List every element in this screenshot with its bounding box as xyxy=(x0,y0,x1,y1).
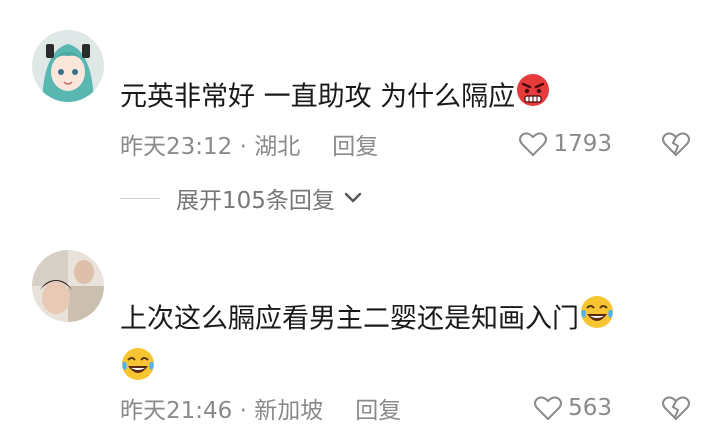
comment-meta: 昨天21:46 · 新加坡 回复 563 xyxy=(120,388,690,428)
like-button[interactable]: 563 xyxy=(534,395,612,421)
comment-meta: 昨天23:12 · 湖北 回复 1793 xyxy=(120,124,690,164)
reply-button[interactable]: 回复 xyxy=(332,127,378,161)
like-button[interactable]: 1793 xyxy=(519,131,612,157)
avatar-anime-girl-icon xyxy=(32,30,104,102)
reply-button[interactable]: 回复 xyxy=(355,391,401,425)
comment-text: 元英非常好 一直助攻 为什么隔应 xyxy=(120,72,680,124)
angry-face-icon xyxy=(515,72,551,124)
timestamp-location: 昨天21:46 · 新加坡 xyxy=(120,398,324,424)
avatar[interactable] xyxy=(32,30,104,102)
expand-divider xyxy=(120,197,160,199)
comment-text: 上次这么膈应看男主二婴还是知画入门 xyxy=(120,294,680,398)
like-count: 563 xyxy=(568,395,612,421)
like-count: 1793 xyxy=(553,131,612,157)
avatar-photo-icon xyxy=(32,250,104,322)
comment-text-body: 元英非常好 一直助攻 为什么隔应 xyxy=(120,81,516,113)
laughing-tears-face-icon xyxy=(579,294,615,346)
expand-replies-label: 展开105条回复 xyxy=(176,188,335,214)
dislike-button[interactable] xyxy=(662,131,690,157)
avatar[interactable] xyxy=(32,250,104,322)
heart-outline-icon xyxy=(519,132,548,157)
expand-replies-button[interactable]: 展开105条回复 xyxy=(120,178,363,218)
chevron-down-icon xyxy=(343,191,363,205)
dislike-button[interactable] xyxy=(662,395,690,421)
heart-outline-icon xyxy=(534,396,563,421)
broken-heart-icon xyxy=(662,132,690,157)
comment-text-body: 上次这么膈应看男主二婴还是知画入门 xyxy=(120,303,579,335)
timestamp-location: 昨天23:12 · 湖北 xyxy=(120,134,301,160)
broken-heart-icon xyxy=(662,396,690,421)
